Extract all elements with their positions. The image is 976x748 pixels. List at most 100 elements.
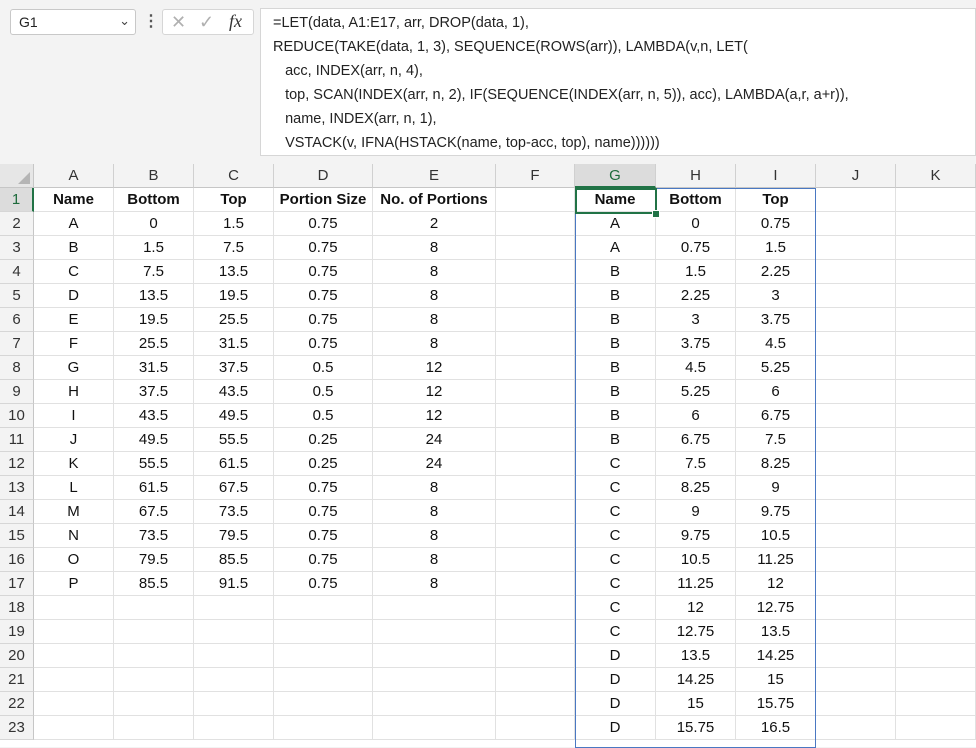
cell-k5[interactable] xyxy=(896,284,976,308)
cell-k16[interactable] xyxy=(896,548,976,572)
cell-f8[interactable] xyxy=(496,356,575,380)
cell-k1[interactable] xyxy=(896,188,976,212)
cell-a19[interactable] xyxy=(34,620,114,644)
cell-e16[interactable]: 8 xyxy=(373,548,496,572)
fill-handle[interactable] xyxy=(652,210,660,218)
cell-b1[interactable]: Bottom xyxy=(114,188,194,212)
cell-c15[interactable]: 79.5 xyxy=(194,524,274,548)
cell-g15[interactable]: C xyxy=(575,524,656,548)
cell-a23[interactable] xyxy=(34,716,114,740)
cell-b8[interactable]: 31.5 xyxy=(114,356,194,380)
cell-d20[interactable] xyxy=(274,644,373,668)
cell-e3[interactable]: 8 xyxy=(373,236,496,260)
cell-a10[interactable]: I xyxy=(34,404,114,428)
cell-i2[interactable]: 0.75 xyxy=(736,212,816,236)
cell-g8[interactable]: B xyxy=(575,356,656,380)
column-header-a[interactable]: A xyxy=(34,164,114,188)
cell-f2[interactable] xyxy=(496,212,575,236)
cell-h21[interactable]: 14.25 xyxy=(656,668,736,692)
cell-c18[interactable] xyxy=(194,596,274,620)
cell-f9[interactable] xyxy=(496,380,575,404)
cell-g19[interactable]: C xyxy=(575,620,656,644)
cell-k15[interactable] xyxy=(896,524,976,548)
cell-e18[interactable] xyxy=(373,596,496,620)
cell-g7[interactable]: B xyxy=(575,332,656,356)
column-header-j[interactable]: J xyxy=(816,164,896,188)
cell-f4[interactable] xyxy=(496,260,575,284)
insert-function-icon[interactable]: fx xyxy=(229,11,242,32)
cell-j23[interactable] xyxy=(816,716,896,740)
cell-i16[interactable]: 11.25 xyxy=(736,548,816,572)
cell-c4[interactable]: 13.5 xyxy=(194,260,274,284)
cell-g3[interactable]: A xyxy=(575,236,656,260)
cell-i15[interactable]: 10.5 xyxy=(736,524,816,548)
chevron-down-icon[interactable]: ⌄ xyxy=(119,13,130,29)
cell-a12[interactable]: K xyxy=(34,452,114,476)
cell-e23[interactable] xyxy=(373,716,496,740)
cell-k19[interactable] xyxy=(896,620,976,644)
cell-a16[interactable]: O xyxy=(34,548,114,572)
cell-d5[interactable]: 0.75 xyxy=(274,284,373,308)
row-header[interactable]: 22 xyxy=(0,692,34,716)
cell-d13[interactable]: 0.75 xyxy=(274,476,373,500)
cell-f18[interactable] xyxy=(496,596,575,620)
name-box[interactable]: G1 ⌄ xyxy=(10,9,136,35)
cell-h7[interactable]: 3.75 xyxy=(656,332,736,356)
cell-a18[interactable] xyxy=(34,596,114,620)
cell-f15[interactable] xyxy=(496,524,575,548)
cell-k14[interactable] xyxy=(896,500,976,524)
cell-j20[interactable] xyxy=(816,644,896,668)
row-header[interactable]: 10 xyxy=(0,404,34,428)
cell-d8[interactable]: 0.5 xyxy=(274,356,373,380)
cell-f5[interactable] xyxy=(496,284,575,308)
cell-j21[interactable] xyxy=(816,668,896,692)
cell-g17[interactable]: C xyxy=(575,572,656,596)
cell-e5[interactable]: 8 xyxy=(373,284,496,308)
cell-j1[interactable] xyxy=(816,188,896,212)
cell-c2[interactable]: 1.5 xyxy=(194,212,274,236)
row-header[interactable]: 12 xyxy=(0,452,34,476)
cell-i4[interactable]: 2.25 xyxy=(736,260,816,284)
cell-i23[interactable]: 16.5 xyxy=(736,716,816,740)
cell-b3[interactable]: 1.5 xyxy=(114,236,194,260)
cell-g23[interactable]: D xyxy=(575,716,656,740)
column-header-f[interactable]: F xyxy=(496,164,575,188)
cell-a20[interactable] xyxy=(34,644,114,668)
cell-j3[interactable] xyxy=(816,236,896,260)
cell-e17[interactable]: 8 xyxy=(373,572,496,596)
cell-e15[interactable]: 8 xyxy=(373,524,496,548)
cell-c3[interactable]: 7.5 xyxy=(194,236,274,260)
cell-d16[interactable]: 0.75 xyxy=(274,548,373,572)
cell-i18[interactable]: 12.75 xyxy=(736,596,816,620)
cell-f14[interactable] xyxy=(496,500,575,524)
cell-k18[interactable] xyxy=(896,596,976,620)
row-header[interactable]: 4 xyxy=(0,260,34,284)
cell-c17[interactable]: 91.5 xyxy=(194,572,274,596)
cell-d3[interactable]: 0.75 xyxy=(274,236,373,260)
cell-k22[interactable] xyxy=(896,692,976,716)
cell-c5[interactable]: 19.5 xyxy=(194,284,274,308)
cell-h16[interactable]: 10.5 xyxy=(656,548,736,572)
cell-g9[interactable]: B xyxy=(575,380,656,404)
cell-h5[interactable]: 2.25 xyxy=(656,284,736,308)
cell-c13[interactable]: 67.5 xyxy=(194,476,274,500)
cell-j12[interactable] xyxy=(816,452,896,476)
column-header-i[interactable]: I xyxy=(736,164,816,188)
cell-j6[interactable] xyxy=(816,308,896,332)
cell-d23[interactable] xyxy=(274,716,373,740)
cell-d17[interactable]: 0.75 xyxy=(274,572,373,596)
cell-h15[interactable]: 9.75 xyxy=(656,524,736,548)
cell-j16[interactable] xyxy=(816,548,896,572)
cell-c11[interactable]: 55.5 xyxy=(194,428,274,452)
row-header[interactable]: 6 xyxy=(0,308,34,332)
cell-g1[interactable]: Name xyxy=(575,188,656,212)
row-header[interactable]: 17 xyxy=(0,572,34,596)
row-header[interactable]: 18 xyxy=(0,596,34,620)
row-header[interactable]: 15 xyxy=(0,524,34,548)
cell-b9[interactable]: 37.5 xyxy=(114,380,194,404)
cell-e11[interactable]: 24 xyxy=(373,428,496,452)
cell-d15[interactable]: 0.75 xyxy=(274,524,373,548)
cell-k7[interactable] xyxy=(896,332,976,356)
cell-f7[interactable] xyxy=(496,332,575,356)
cell-f13[interactable] xyxy=(496,476,575,500)
